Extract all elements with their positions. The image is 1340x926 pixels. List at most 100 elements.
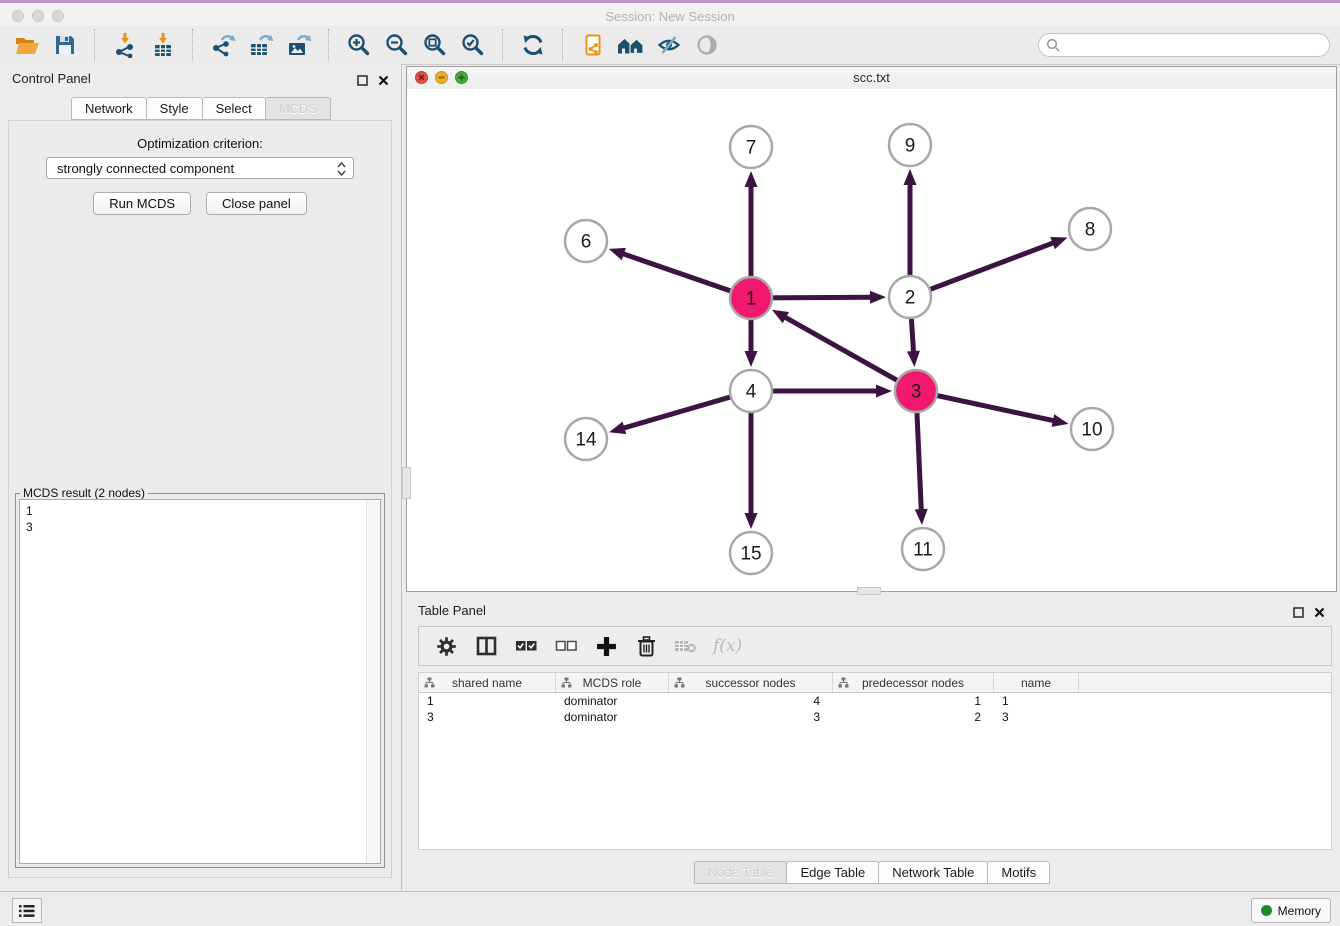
toolbar-separator <box>94 29 96 61</box>
show-hidden-icon[interactable] <box>688 29 726 61</box>
close-panel-icon[interactable] <box>378 73 389 91</box>
table-cell: dominator <box>556 693 669 709</box>
search-icon <box>1046 38 1060 57</box>
tab-edge-table[interactable]: Edge Table <box>786 861 879 884</box>
edge-arrowhead <box>1050 237 1067 249</box>
export-network-icon[interactable] <box>204 29 242 61</box>
table-toolbar: f(x) <box>418 626 1332 666</box>
zoom-selected-icon[interactable] <box>454 29 492 61</box>
table-cell: 1 <box>833 693 994 709</box>
close-table-panel-icon[interactable] <box>1314 605 1325 623</box>
column-header-name[interactable]: name <box>994 673 1079 692</box>
search-box[interactable] <box>1038 33 1330 57</box>
memory-button[interactable]: Memory <box>1251 898 1331 923</box>
list-icon <box>19 904 35 918</box>
zoom-out-icon[interactable] <box>378 29 416 61</box>
deselect-all-icon[interactable] <box>553 633 579 659</box>
main-toolbar <box>0 26 1340 65</box>
edge-arrowhead <box>904 169 917 185</box>
control-panel-title: Control Panel <box>12 71 91 86</box>
first-neighbors-icon[interactable] <box>612 29 650 61</box>
table-row[interactable]: 3dominator323 <box>419 709 1331 725</box>
tab-motifs[interactable]: Motifs <box>987 861 1050 884</box>
zoom-in-icon[interactable] <box>340 29 378 61</box>
refresh-icon[interactable] <box>514 29 552 61</box>
app-title: Session: New Session <box>0 9 1340 24</box>
toolbar-separator <box>562 29 564 61</box>
table-cell: 1 <box>994 693 1079 709</box>
mcds-result-box: MCDS result (2 nodes) 1 3 <box>15 493 385 868</box>
function-builder-icon-disabled: f(x) <box>713 636 742 656</box>
graph-node-label: 7 <box>746 138 757 159</box>
criterion-select[interactable]: strongly connected component <box>46 157 354 179</box>
export-table-icon[interactable] <box>242 29 280 61</box>
table-cell: 3 <box>419 709 556 725</box>
graph-node-label: 8 <box>1085 220 1096 241</box>
select-all-icon[interactable] <box>513 633 539 659</box>
network-canvas[interactable]: 7968124314101511 <box>407 89 1336 591</box>
graph-node-label: 14 <box>575 430 597 451</box>
column-header-MCDS-role[interactable]: MCDS role <box>556 673 669 692</box>
control-panel-tabs: NetworkStyleSelectMCDS <box>0 97 401 120</box>
table-cell: 4 <box>669 693 833 709</box>
toolbar-separator <box>328 29 330 61</box>
edge-arrowhead <box>609 422 626 434</box>
column-header-predecessor-nodes[interactable]: predecessor nodes <box>833 673 994 692</box>
graph-node-label: 6 <box>581 232 592 253</box>
tab-select[interactable]: Select <box>202 97 266 120</box>
tab-network[interactable]: Network <box>71 97 147 120</box>
float-panel-icon[interactable] <box>357 73 368 91</box>
edge-arrowhead <box>609 248 626 260</box>
table-settings-icon[interactable] <box>433 633 459 659</box>
table-row[interactable]: 1dominator411 <box>419 693 1331 709</box>
mcds-result-title: MCDS result (2 nodes) <box>20 486 148 500</box>
add-column-icon[interactable] <box>593 633 619 659</box>
network-graph[interactable]: 7968124314101511 <box>407 89 1336 591</box>
graph-node-label: 11 <box>913 540 933 561</box>
graph-node-label: 1 <box>746 289 757 310</box>
table-cell: 1 <box>419 693 556 709</box>
tab-node-table[interactable]: Node Table <box>694 861 788 884</box>
save-session-icon[interactable] <box>46 29 84 61</box>
float-table-panel-icon[interactable] <box>1293 605 1304 623</box>
panel-splitter-horizontal[interactable] <box>857 587 881 595</box>
criterion-selected-value: strongly connected component <box>57 161 234 176</box>
zoom-fit-icon[interactable] <box>416 29 454 61</box>
clone-network-icon[interactable] <box>574 29 612 61</box>
table-cell: 3 <box>669 709 833 725</box>
edge-arrowhead <box>745 171 758 187</box>
tab-mcds[interactable]: MCDS <box>265 97 331 120</box>
graph-node-label: 4 <box>746 382 757 403</box>
column-header-successor-nodes[interactable]: successor nodes <box>669 673 833 692</box>
column-panel-icon[interactable] <box>473 633 499 659</box>
task-history-button[interactable] <box>12 898 42 923</box>
edge-arrowhead <box>907 351 920 367</box>
tab-style[interactable]: Style <box>146 97 203 120</box>
network-window-titlebar[interactable]: scc.txt <box>407 67 1336 90</box>
graph-edge-2-8[interactable] <box>910 242 1054 297</box>
export-image-icon[interactable] <box>280 29 318 61</box>
column-header-shared-name[interactable]: shared name <box>419 673 556 692</box>
result-scrollbar[interactable] <box>366 500 380 863</box>
edge-arrowhead <box>870 291 886 304</box>
close-panel-button[interactable]: Close panel <box>206 192 307 215</box>
status-bar: Memory <box>0 891 1340 926</box>
tab-network-table[interactable]: Network Table <box>878 861 988 884</box>
delete-column-icon[interactable] <box>633 633 659 659</box>
select-spinner-icon <box>337 161 346 184</box>
open-session-icon[interactable] <box>8 29 46 61</box>
graph-node-label: 2 <box>905 288 916 309</box>
import-table-icon[interactable] <box>144 29 182 61</box>
graph-edge-3-1[interactable] <box>784 317 916 391</box>
table-body: 1dominator4113dominator323 <box>419 693 1331 725</box>
import-network-icon[interactable] <box>106 29 144 61</box>
panel-splitter-vertical[interactable] <box>402 467 411 499</box>
hide-selected-icon[interactable] <box>650 29 688 61</box>
graph-node-label: 3 <box>911 382 922 403</box>
table-cell: 2 <box>833 709 994 725</box>
node-table[interactable]: shared nameMCDS rolesuccessor nodesprede… <box>418 672 1332 850</box>
run-mcds-button[interactable]: Run MCDS <box>93 192 191 215</box>
table-cell: dominator <box>556 709 669 725</box>
search-input[interactable] <box>1038 33 1330 57</box>
table-cell: 3 <box>994 709 1079 725</box>
